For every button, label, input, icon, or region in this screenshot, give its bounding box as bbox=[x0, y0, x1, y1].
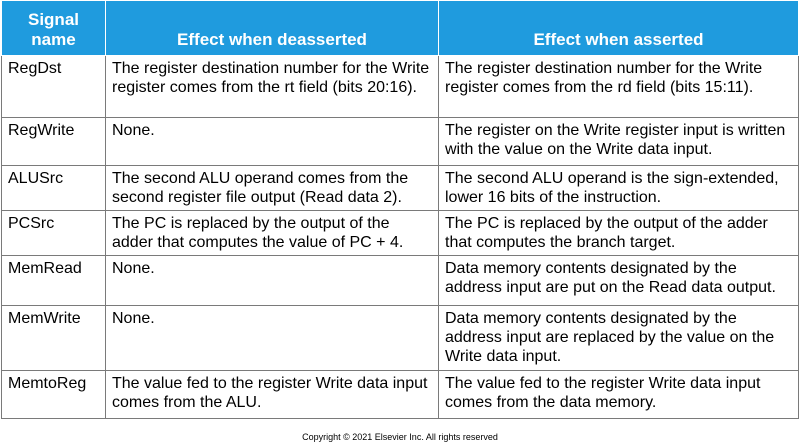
asserted-cell: The register destination number for the … bbox=[438, 55, 799, 118]
asserted-cell: The second ALU operand is the sign-exten… bbox=[438, 165, 799, 211]
asserted-cell: Data memory contents designated by the a… bbox=[438, 305, 799, 371]
control-signals-table: Signal name Effect when deasserted Effec… bbox=[1, 0, 799, 419]
signal-name-cell: PCSrc bbox=[1, 210, 106, 256]
header-effect-asserted: Effect when asserted bbox=[438, 0, 799, 56]
table-row: MemRead None. Data memory contents desig… bbox=[1, 255, 799, 306]
table-row: ALUSrc The second ALU operand comes from… bbox=[1, 165, 799, 211]
signal-name-cell: MemtoReg bbox=[1, 370, 106, 419]
deasserted-cell: The register destination number for the … bbox=[105, 55, 439, 118]
deasserted-cell: None. bbox=[105, 255, 439, 306]
header-row: Signal name Effect when deasserted Effec… bbox=[1, 0, 799, 56]
signal-name-cell: ALUSrc bbox=[1, 165, 106, 211]
signal-name-cell: MemWrite bbox=[1, 305, 106, 371]
asserted-cell: The PC is replaced by the output of the … bbox=[438, 210, 799, 256]
deasserted-cell: None. bbox=[105, 305, 439, 371]
copyright-notice: Copyright © 2021 Elsevier Inc. All right… bbox=[302, 432, 498, 442]
deasserted-cell: The value fed to the register Write data… bbox=[105, 370, 439, 419]
deasserted-cell: None. bbox=[105, 117, 439, 166]
deasserted-cell: The PC is replaced by the output of the … bbox=[105, 210, 439, 256]
deasserted-cell: The second ALU operand comes from the se… bbox=[105, 165, 439, 211]
signal-name-cell: RegDst bbox=[1, 55, 106, 118]
table-row: MemWrite None. Data memory contents desi… bbox=[1, 305, 799, 371]
signal-name-cell: MemRead bbox=[1, 255, 106, 306]
header-effect-deasserted: Effect when deasserted bbox=[105, 0, 439, 56]
header-signal-name: Signal name bbox=[1, 0, 106, 56]
table-row: RegDst The register destination number f… bbox=[1, 55, 799, 118]
table-row: MemtoReg The value fed to the register W… bbox=[1, 370, 799, 419]
table-row: PCSrc The PC is replaced by the output o… bbox=[1, 210, 799, 256]
table-row: RegWrite None. The register on the Write… bbox=[1, 117, 799, 166]
asserted-cell: The value fed to the register Write data… bbox=[438, 370, 799, 419]
signal-name-cell: RegWrite bbox=[1, 117, 106, 166]
asserted-cell: The register on the Write register input… bbox=[438, 117, 799, 166]
asserted-cell: Data memory contents designated by the a… bbox=[438, 255, 799, 306]
